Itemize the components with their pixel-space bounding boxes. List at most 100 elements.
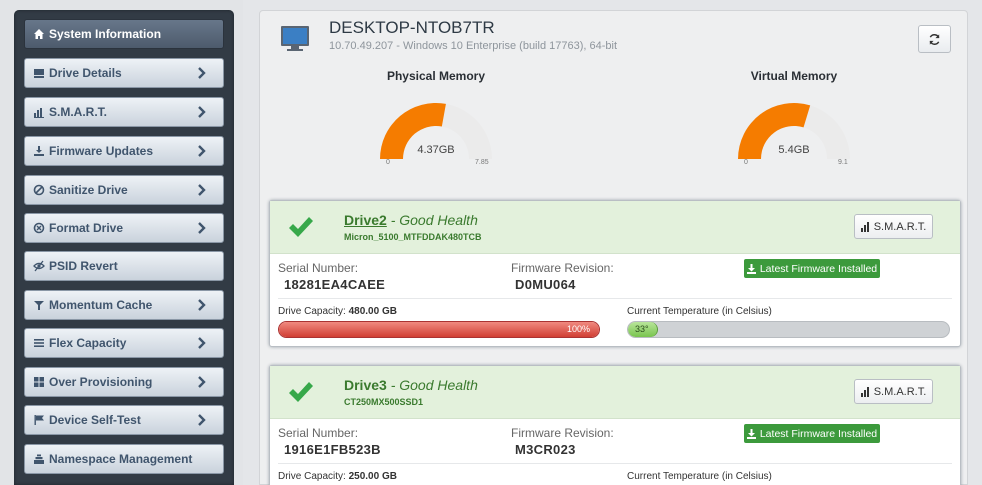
check-icon — [289, 382, 313, 402]
chevron-right-icon — [198, 106, 206, 118]
sidebar-item-label: Namespace Management — [49, 452, 193, 466]
sidebar-item-label: Flex Capacity — [49, 336, 127, 350]
chevron-right-icon — [198, 222, 206, 234]
capacity-percent: 100% — [566, 324, 590, 334]
circle-x-icon — [32, 222, 45, 235]
download-icon — [32, 145, 45, 158]
sidebar-item-momentum-cache[interactable]: Momentum Cache — [24, 290, 224, 320]
sidebar-item-label: Sanitize Drive — [49, 183, 128, 197]
virtual-memory-gauge: Virtual Memory 5.4GB 0 9.1 — [714, 69, 874, 179]
firmware-status-badge[interactable]: Latest Firmware Installed — [744, 424, 880, 443]
sidebar-item-label: Drive Details — [49, 66, 122, 80]
sidebar-item-label: PSID Revert — [49, 259, 118, 273]
gauge-min: 0 — [386, 159, 390, 166]
check-icon — [289, 217, 313, 237]
list-icon — [32, 337, 45, 350]
gauge-max: 9.1 — [838, 159, 848, 166]
capacity-bar: 100% — [278, 321, 600, 338]
gauge-max: 7.85 — [475, 159, 489, 166]
serial-label: Serial Number: — [278, 426, 359, 440]
sidebar: System Information Drive Details S.M.A.R… — [0, 0, 243, 485]
temperature-label: Current Temperature (in Celsius) — [627, 306, 772, 317]
drive-health: - Good Health — [386, 212, 478, 228]
gauge-value: 5.4GB — [778, 144, 810, 156]
sidebar-item-label: Firmware Updates — [49, 144, 154, 158]
temperature-label: Current Temperature (in Celsius) — [627, 471, 772, 482]
chevron-right-icon — [198, 67, 206, 79]
smart-button[interactable]: S.M.A.R.T. — [854, 379, 933, 404]
sidebar-item-label: Over Provisioning — [49, 375, 153, 389]
refresh-icon — [929, 33, 940, 45]
sidebar-item-flex-capacity[interactable]: Flex Capacity — [24, 328, 224, 358]
drive-card-header: Drive2 - Good Health Micron_5100_MTFDDAK… — [270, 201, 960, 254]
chevron-right-icon — [198, 145, 206, 157]
firmware-label: Firmware Revision: — [511, 261, 614, 275]
drive-card-header: Drive3 - Good Health CT250MX500SSD1 S.M.… — [270, 366, 960, 419]
capacity-value: 480.00 GB — [348, 306, 397, 317]
bar-chart-icon — [860, 386, 869, 397]
flag-icon — [32, 414, 45, 427]
sidebar-item-label: System Information — [49, 27, 162, 41]
smart-button-label: S.M.A.R.T. — [873, 220, 927, 233]
smart-button[interactable]: S.M.A.R.T. — [854, 214, 933, 239]
sidebar-item-label: Format Drive — [49, 221, 124, 235]
sidebar-item-label: S.M.A.R.T. — [49, 105, 108, 119]
sidebar-item-firmware-updates[interactable]: Firmware Updates — [24, 136, 224, 166]
sidebar-panel: System Information Drive Details S.M.A.R… — [14, 10, 234, 485]
sidebar-item-drive-details[interactable]: Drive Details — [24, 58, 224, 88]
drive-name-link[interactable]: Drive2 — [344, 212, 387, 228]
firmware-status-text: Latest Firmware Installed — [759, 262, 878, 275]
download-icon — [746, 428, 756, 439]
divider — [278, 463, 952, 464]
serial-value: 1916E1FB523B — [284, 442, 381, 457]
physical-memory-gauge: Physical Memory 4.37GB 0 7.85 — [356, 69, 516, 179]
sidebar-item-psid-revert[interactable]: PSID Revert — [24, 251, 224, 281]
sidebar-item-over-provisioning[interactable]: Over Provisioning — [24, 367, 224, 397]
drive-model: Micron_5100_MTFDDAK480TCB — [344, 232, 482, 242]
home-icon — [32, 28, 45, 41]
chevron-right-icon — [198, 414, 206, 426]
chevron-right-icon — [198, 376, 206, 388]
capacity-label-text: Drive Capacity: — [278, 471, 346, 482]
drive-card: Drive3 - Good Health CT250MX500SSD1 S.M.… — [269, 365, 961, 485]
stack-icon — [32, 453, 45, 466]
sidebar-item-namespace-management[interactable]: Namespace Management — [24, 444, 224, 474]
gauge-title: Virtual Memory — [750, 69, 838, 83]
sidebar-item-smart[interactable]: S.M.A.R.T. — [24, 97, 224, 127]
capacity-bar-fill — [279, 322, 599, 337]
drive-title: Drive2 - Good Health — [344, 212, 478, 228]
monitor-icon — [281, 26, 309, 51]
system-info-header: DESKTOP-NTOB7TR 10.70.49.207 - Windows 1… — [260, 11, 967, 201]
smart-button-label: S.M.A.R.T. — [873, 385, 927, 398]
firmware-value: D0MU064 — [515, 277, 576, 292]
system-details: 10.70.49.207 - Windows 10 Enterprise (bu… — [329, 40, 618, 52]
grid-icon — [32, 376, 45, 389]
firmware-status-text: Latest Firmware Installed — [759, 427, 878, 440]
gauge-min: 0 — [744, 159, 748, 166]
chevron-right-icon — [198, 337, 206, 349]
sidebar-item-format-drive[interactable]: Format Drive — [24, 213, 224, 243]
firmware-status-badge[interactable]: Latest Firmware Installed — [744, 259, 880, 278]
eye-slash-icon — [32, 260, 45, 273]
sidebar-item-label: Device Self-Test — [49, 413, 141, 427]
filter-icon — [32, 299, 45, 312]
serial-label: Serial Number: — [278, 261, 359, 275]
gauge-title: Physical Memory — [386, 69, 486, 83]
drive-card: Drive2 - Good Health Micron_5100_MTFDDAK… — [269, 200, 961, 347]
capacity-value: 250.00 GB — [348, 471, 397, 482]
drive-icon — [32, 67, 45, 80]
capacity-label-text: Drive Capacity: — [278, 306, 346, 317]
sidebar-item-label: Momentum Cache — [49, 298, 153, 312]
firmware-label: Firmware Revision: — [511, 426, 614, 440]
sidebar-item-system-information[interactable]: System Information — [24, 19, 224, 49]
hostname: DESKTOP-NTOB7TR — [329, 18, 495, 37]
refresh-button[interactable] — [918, 25, 951, 53]
chevron-right-icon — [198, 299, 206, 311]
bar-chart-icon — [32, 106, 45, 119]
download-icon — [746, 263, 756, 274]
drive-name-link[interactable]: Drive3 — [344, 377, 387, 393]
temperature-bar: 33° — [627, 321, 950, 338]
sidebar-item-device-self-test[interactable]: Device Self-Test — [24, 405, 224, 435]
serial-value: 18281EA4CAEE — [284, 277, 386, 292]
sidebar-item-sanitize-drive[interactable]: Sanitize Drive — [24, 175, 224, 205]
